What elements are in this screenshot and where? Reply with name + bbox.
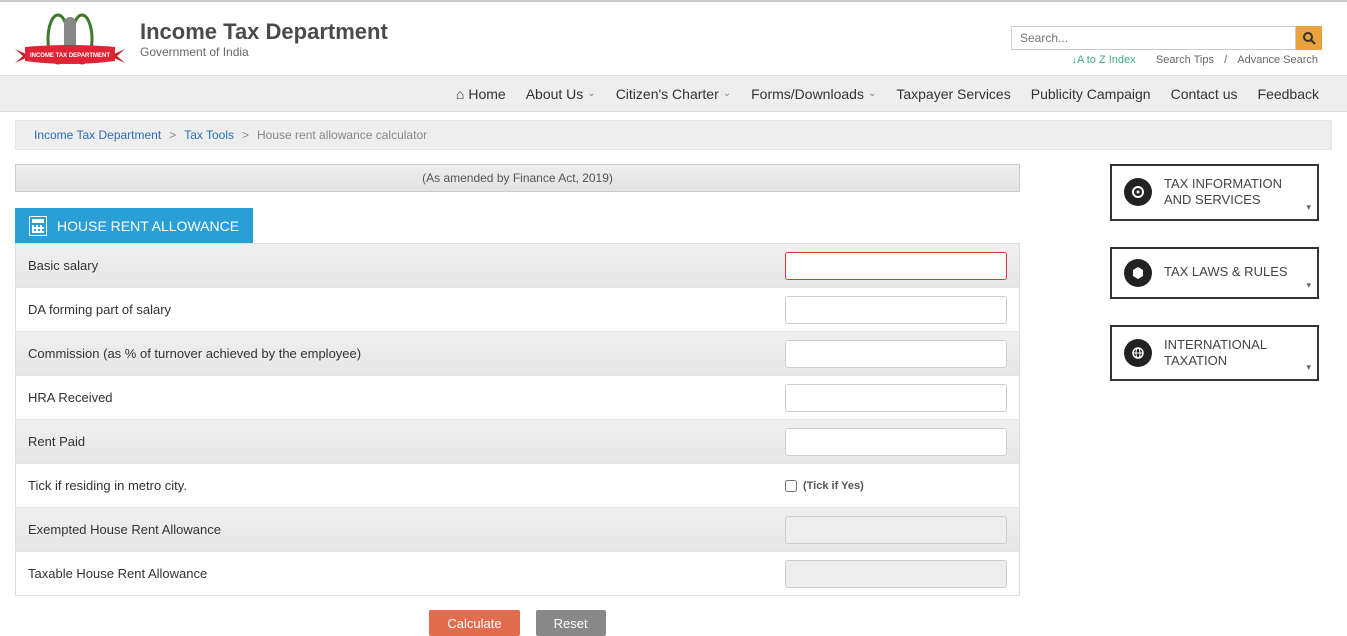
chevron-down-icon: ▾ xyxy=(1306,362,1311,373)
row-basic-salary: Basic salary xyxy=(16,244,1020,288)
sidebar-international[interactable]: INTERNATIONAL TAXATION ▾ xyxy=(1110,325,1319,382)
output-exempted xyxy=(785,516,1007,544)
row-exempted: Exempted House Rent Allowance xyxy=(16,508,1020,552)
label-commission: Commission (as % of turnover achieved by… xyxy=(16,332,774,376)
main-content: (As amended by Finance Act, 2019) HOUSE … xyxy=(15,164,1020,636)
search-button[interactable] xyxy=(1296,26,1322,50)
hra-form: Basic salary DA forming part of salary C… xyxy=(15,243,1020,596)
input-da[interactable] xyxy=(785,296,1007,324)
input-hra-received[interactable] xyxy=(785,384,1007,412)
label-hra-received: HRA Received xyxy=(16,376,774,420)
calculator-icon xyxy=(29,216,47,236)
breadcrumb: Income Tax Department > Tax Tools > Hous… xyxy=(15,120,1332,150)
page-header: INCOME TAX DEPARTMENT Income Tax Departm… xyxy=(0,2,1347,75)
laws-icon xyxy=(1124,259,1152,287)
home-icon: ⌂ xyxy=(456,86,464,102)
nav-forms[interactable]: Forms/Downloads⌄ xyxy=(741,86,886,102)
calculator-tab: HOUSE RENT ALLOWANCE xyxy=(15,208,253,243)
main-nav: ⌂Home About Us⌄ Citizen's Charter⌄ Forms… xyxy=(0,75,1347,112)
input-basic-salary[interactable] xyxy=(785,252,1007,280)
label-taxable: Taxable House Rent Allowance xyxy=(16,552,774,596)
label-rent-paid: Rent Paid xyxy=(16,420,774,464)
site-title: Income Tax Department Government of Indi… xyxy=(140,19,388,59)
row-da: DA forming part of salary xyxy=(16,288,1020,332)
row-hra-received: HRA Received xyxy=(16,376,1020,420)
breadcrumb-current: House rent allowance calculator xyxy=(257,128,427,142)
site-title-main: Income Tax Department xyxy=(140,19,388,45)
site-logo: INCOME TAX DEPARTMENT xyxy=(10,2,130,75)
info-icon xyxy=(1124,178,1152,206)
nav-about[interactable]: About Us⌄ xyxy=(516,86,606,102)
checkbox-metro[interactable] xyxy=(785,480,797,492)
chevron-down-icon: ⌄ xyxy=(868,88,876,99)
breadcrumb-l1[interactable]: Income Tax Department xyxy=(34,128,161,142)
output-taxable xyxy=(785,560,1007,588)
ribbon-icon: INCOME TAX DEPARTMENT xyxy=(15,45,125,67)
metro-hint: (Tick if Yes) xyxy=(803,480,864,492)
row-rent-paid: Rent Paid xyxy=(16,420,1020,464)
chevron-down-icon: ⌄ xyxy=(587,88,595,99)
nav-publicity[interactable]: Publicity Campaign xyxy=(1021,86,1161,102)
atoz-link[interactable]: A to Z Index xyxy=(1071,54,1135,66)
label-exempted: Exempted House Rent Allowance xyxy=(16,508,774,552)
chevron-down-icon: ▾ xyxy=(1306,280,1311,291)
advance-search-link[interactable]: Advance Search xyxy=(1237,54,1318,66)
search-tips-link[interactable]: Search Tips xyxy=(1156,54,1214,66)
right-sidebar: TAX INFORMATION AND SERVICES ▾ TAX LAWS … xyxy=(1110,164,1319,636)
sidebar-tax-info[interactable]: TAX INFORMATION AND SERVICES ▾ xyxy=(1110,164,1319,221)
nav-taxpayer[interactable]: Taxpayer Services xyxy=(886,86,1020,102)
label-metro: Tick if residing in metro city. xyxy=(16,464,774,508)
chevron-down-icon: ⌄ xyxy=(723,88,731,99)
site-title-sub: Government of India xyxy=(140,45,388,59)
row-taxable: Taxable House Rent Allowance xyxy=(16,552,1020,596)
search-input[interactable] xyxy=(1011,26,1296,50)
amendment-notice: (As amended by Finance Act, 2019) xyxy=(15,164,1020,192)
nav-feedback[interactable]: Feedback xyxy=(1248,86,1329,102)
ribbon-text: INCOME TAX DEPARTMENT xyxy=(30,53,110,59)
tab-title: HOUSE RENT ALLOWANCE xyxy=(57,218,239,234)
header-sublinks: A to Z Index Search Tips / Advance Searc… xyxy=(1067,54,1322,66)
nav-charter[interactable]: Citizen's Charter⌄ xyxy=(606,86,741,102)
search-icon xyxy=(1302,31,1316,45)
row-commission: Commission (as % of turnover achieved by… xyxy=(16,332,1020,376)
search-bar xyxy=(1011,26,1322,50)
label-da: DA forming part of salary xyxy=(16,288,774,332)
sidebar-tax-laws[interactable]: TAX LAWS & RULES ▾ xyxy=(1110,247,1319,299)
nav-home[interactable]: ⌂Home xyxy=(446,86,516,102)
row-metro: Tick if residing in metro city. (Tick if… xyxy=(16,464,1020,508)
chevron-down-icon: ▾ xyxy=(1306,202,1311,213)
input-commission[interactable] xyxy=(785,340,1007,368)
nav-contact[interactable]: Contact us xyxy=(1161,86,1248,102)
input-rent-paid[interactable] xyxy=(785,428,1007,456)
breadcrumb-l2[interactable]: Tax Tools xyxy=(184,128,234,142)
globe-icon xyxy=(1124,339,1152,367)
label-basic-salary: Basic salary xyxy=(16,244,774,288)
